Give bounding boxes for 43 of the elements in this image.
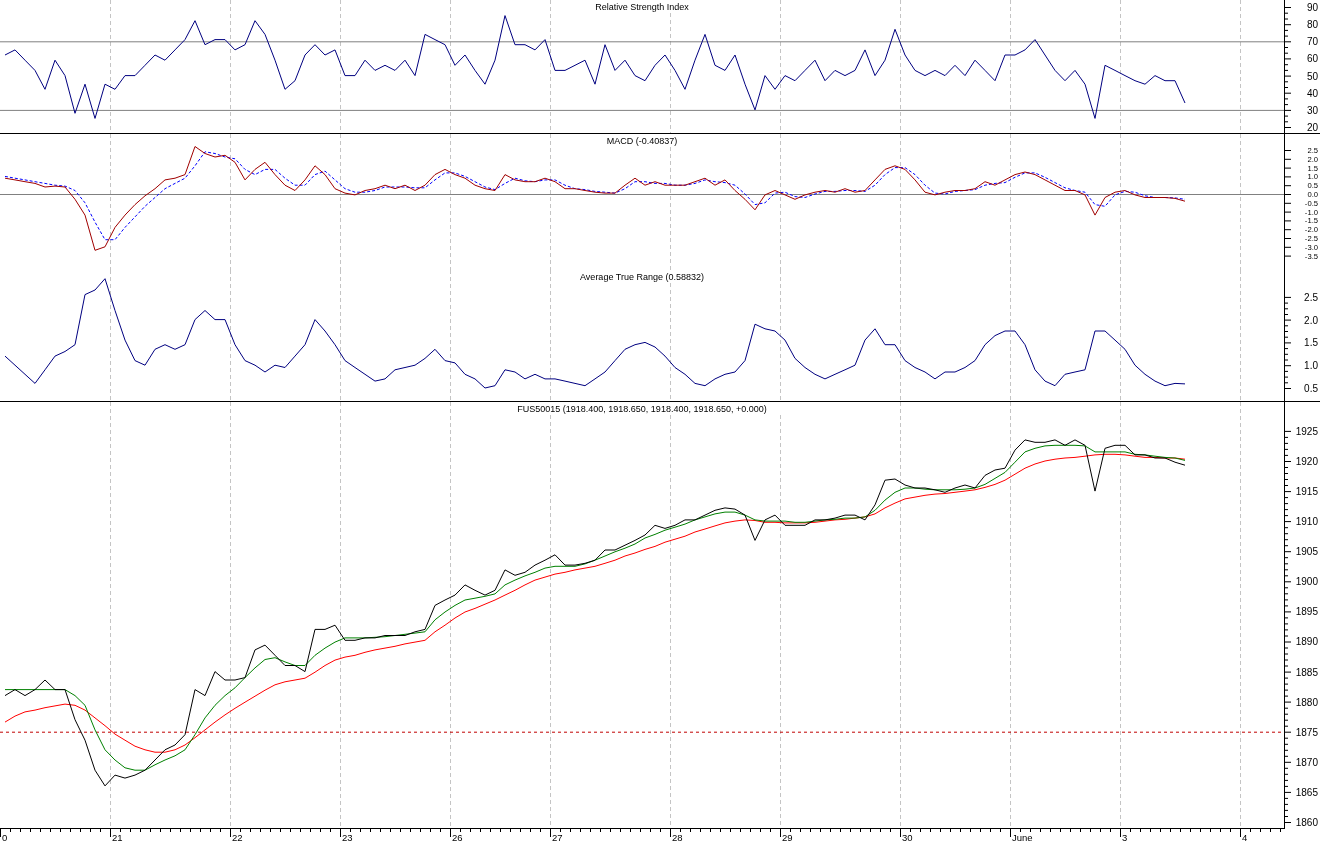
axis-tick-label: 27 [552,832,563,843]
axis-tick-label: 1875 [1295,726,1318,738]
axis-tick-label: 2.0 [1304,314,1318,326]
axis-tick-label: 1865 [1295,786,1318,798]
axis-tick-label: 80 [1306,19,1318,31]
axis-tick-label: 60 [1306,53,1318,65]
axis-tick-label: 1.0 [1304,360,1318,372]
axis-tick-label: 0 [2,832,8,843]
axis-tick-label: 1910 [1295,516,1318,528]
axis-tick-label: 22 [232,832,243,843]
axis-tick-label: 1885 [1295,666,1318,678]
axis-tick-label: 1905 [1295,546,1318,558]
axis-tick-label: 1860 [1295,817,1318,828]
axis-tick-label: 2.5 [1304,291,1318,303]
chart-title: FUS50015 (1918.400, 1918.650, 1918.400, 1918.650, +0.000) [517,403,767,414]
axis-tick-label: 1870 [1295,756,1318,768]
axis-tick-label: 30 [902,832,913,843]
axis-tick-label: 30 [1306,104,1318,116]
axis-tick-label: 1895 [1295,606,1318,618]
axis-tick-label: 70 [1306,36,1318,48]
axis-tick-label: 50 [1306,70,1318,82]
axis-tick-label: 20 [1306,122,1318,133]
axis-tick-label: 1900 [1295,576,1318,588]
axis-tick-label: 3 [1122,832,1128,843]
axis-tick-label: 1880 [1295,696,1318,708]
axis-tick-label: 1890 [1295,636,1318,648]
axis-tick-label: 1.5 [1304,337,1318,349]
axis-tick-label: 40 [1306,87,1318,99]
axis-tick-label: 1915 [1295,486,1318,498]
chart-title: Average True Range (0.58832) [580,271,704,282]
axis-tick-label: 0.5 [1304,382,1318,394]
axis-tick-label: 1925 [1295,425,1318,437]
axis-tick-label: 21 [112,832,123,843]
axis-tick-label: 90 [1306,2,1318,14]
axis-tick-label: 29 [782,832,793,843]
axis-tick-label: 4 [1242,832,1248,843]
axis-tick-label: 28 [672,832,683,843]
axis-tick-label: 1920 [1295,455,1318,467]
axis-tick-label: June [1012,832,1033,843]
chart-title: Relative Strength Index [595,1,689,12]
axis-tick-label: 26 [452,832,463,843]
axis-tick-label: 23 [342,832,353,843]
chart-title: MACD (-0.40837) [606,135,678,146]
